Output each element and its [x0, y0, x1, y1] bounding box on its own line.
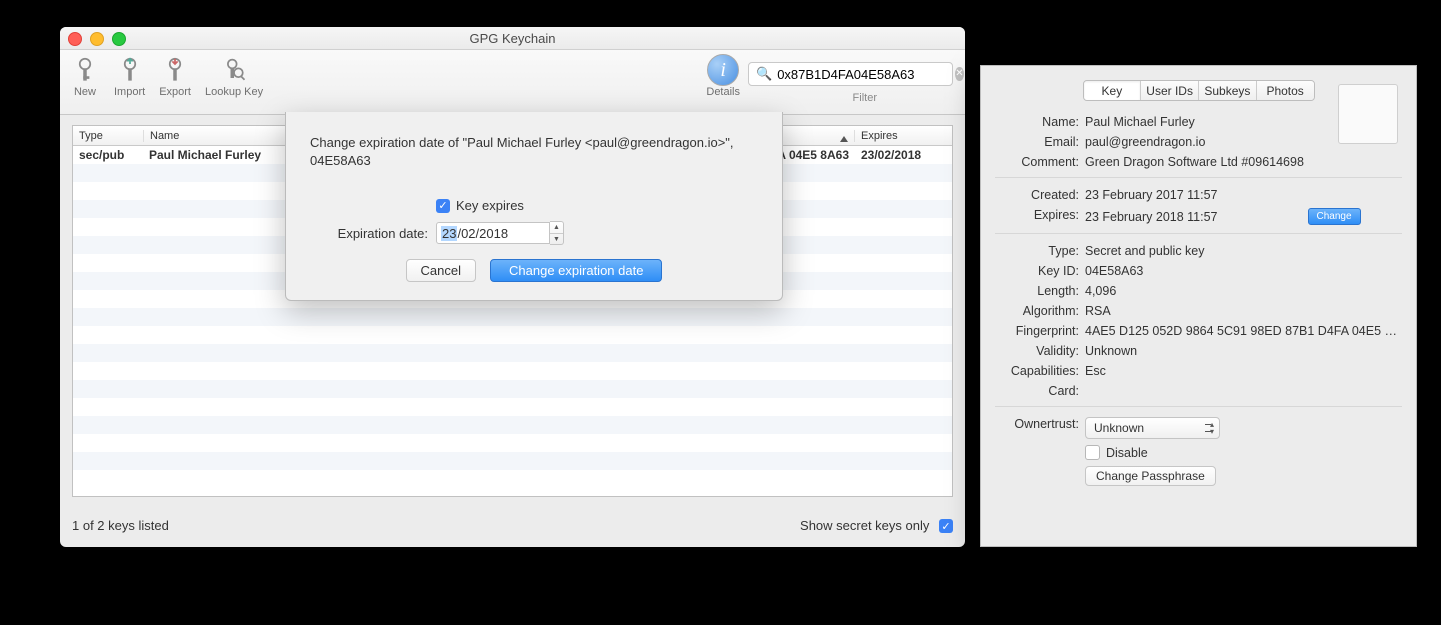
value-validity: Unknown	[1085, 344, 1402, 358]
tab-photos[interactable]: Photos	[1257, 81, 1314, 100]
chevron-down-icon[interactable]: ▼	[550, 234, 563, 245]
label-fingerprint: Fingerprint:	[995, 324, 1085, 338]
toolbar-details-label: Details	[706, 86, 740, 98]
date-rest: /02/2018	[457, 226, 508, 241]
toolbar-import-label: Import	[114, 86, 145, 98]
info-icon: i	[707, 54, 739, 86]
cell-type: sec/pub	[73, 148, 143, 162]
zoom-icon[interactable]	[112, 32, 126, 46]
label-email: Email:	[995, 135, 1085, 149]
change-expires-button[interactable]: Change	[1308, 208, 1361, 225]
tab-subkeys[interactable]: Subkeys	[1199, 81, 1257, 100]
window-title: GPG Keychain	[470, 31, 556, 46]
toolbar-lookup-label: Lookup Key	[205, 86, 263, 98]
chevron-up-icon[interactable]: ▲	[550, 222, 563, 234]
label-length: Length:	[995, 284, 1085, 298]
label-expires: Expires:	[995, 208, 1085, 222]
search-icon: 🔍	[756, 66, 772, 82]
titlebar: GPG Keychain	[60, 27, 965, 50]
label-capabilities: Capabilities:	[995, 364, 1085, 378]
search-input[interactable]	[775, 66, 955, 83]
inspector-tabs: Key User IDs Subkeys Photos	[1083, 80, 1315, 101]
ownertrust-select[interactable]: Unknown ▴▾	[1085, 417, 1220, 439]
disable-label: Disable	[1106, 446, 1148, 460]
cell-expires: 23/02/2018	[855, 148, 952, 162]
label-type: Type:	[995, 244, 1085, 258]
secret-only-label: Show secret keys only	[800, 518, 929, 533]
chevron-updown-icon: ▴▾	[1210, 421, 1214, 435]
expiration-date-label: Expiration date:	[310, 226, 436, 241]
value-type: Secret and public key	[1085, 244, 1402, 258]
label-comment: Comment:	[995, 155, 1085, 169]
disable-checkbox[interactable]	[1085, 445, 1100, 460]
col-type[interactable]: Type	[73, 130, 144, 142]
photo-thumbnail[interactable]	[1338, 84, 1398, 144]
statusbar: 1 of 2 keys listed Show secret keys only…	[72, 518, 953, 534]
cancel-button[interactable]: Cancel	[406, 259, 476, 282]
col-expires[interactable]: Expires	[855, 130, 952, 142]
ownertrust-value: Unknown	[1094, 421, 1144, 435]
main-window: GPG Keychain New Import Export Lookup Ke…	[60, 27, 965, 547]
sheet-title: Change expiration date of "Paul Michael …	[310, 134, 758, 170]
value-expires: 23 February 2018 11:57	[1085, 210, 1218, 224]
traffic-lights	[68, 32, 126, 46]
tab-key[interactable]: Key	[1084, 81, 1142, 100]
inspector-window: Key User IDs Subkeys Photos Name:Paul Mi…	[980, 65, 1417, 547]
label-algorithm: Algorithm:	[995, 304, 1085, 318]
label-keyid: Key ID:	[995, 264, 1085, 278]
key-export-icon	[160, 56, 190, 86]
tab-userids[interactable]: User IDs	[1141, 81, 1199, 100]
value-fingerprint: 4AE5 D125 052D 9864 5C91 98ED 87B1 D4FA …	[1085, 324, 1402, 338]
label-ownertrust: Ownertrust:	[995, 417, 1085, 431]
label-validity: Validity:	[995, 344, 1085, 358]
value-created: 23 February 2017 11:57	[1085, 188, 1402, 202]
status-secret-toggle[interactable]: Show secret keys only ✓	[800, 518, 953, 534]
label-card: Card:	[995, 384, 1085, 398]
filter-label: Filter	[853, 92, 877, 104]
key-new-icon	[70, 56, 100, 86]
value-comment: Green Dragon Software Ltd #09614698	[1085, 155, 1402, 169]
value-algorithm: RSA	[1085, 304, 1402, 318]
toolbar-lookup[interactable]: Lookup Key	[205, 56, 263, 98]
checkbox-checked-icon: ✓	[939, 519, 953, 533]
value-keyid: 04E58A63	[1085, 264, 1402, 278]
label-created: Created:	[995, 188, 1085, 202]
search-field[interactable]: 🔍 ✕	[748, 62, 953, 86]
minimize-icon[interactable]	[90, 32, 104, 46]
key-lookup-icon	[219, 56, 249, 86]
change-passphrase-button[interactable]: Change Passphrase	[1085, 466, 1216, 486]
date-day: 23	[441, 226, 457, 241]
label-name: Name:	[995, 115, 1085, 129]
toolbar-new-label: New	[74, 86, 96, 98]
toolbar-export[interactable]: Export	[159, 56, 191, 98]
status-key-count: 1 of 2 keys listed	[72, 518, 169, 534]
key-import-icon	[115, 56, 145, 86]
toolbar: New Import Export Lookup Key i Details 🔍	[60, 50, 965, 115]
value-length: 4,096	[1085, 284, 1402, 298]
expiration-sheet: Change expiration date of "Paul Michael …	[285, 112, 783, 301]
close-icon[interactable]	[68, 32, 82, 46]
key-expires-label: Key expires	[456, 198, 524, 213]
change-expiration-button[interactable]: Change expiration date	[490, 259, 662, 282]
toolbar-import[interactable]: Import	[114, 56, 145, 98]
date-stepper[interactable]: ▲ ▼	[550, 221, 564, 245]
toolbar-export-label: Export	[159, 86, 191, 98]
clear-icon[interactable]: ✕	[955, 67, 963, 81]
toolbar-details[interactable]: i Details	[706, 54, 740, 98]
checkbox-checked-icon[interactable]: ✓	[436, 199, 450, 213]
expiration-date-input[interactable]: 23/02/2018	[436, 222, 550, 244]
value-capabilities: Esc	[1085, 364, 1402, 378]
toolbar-new[interactable]: New	[70, 56, 100, 98]
